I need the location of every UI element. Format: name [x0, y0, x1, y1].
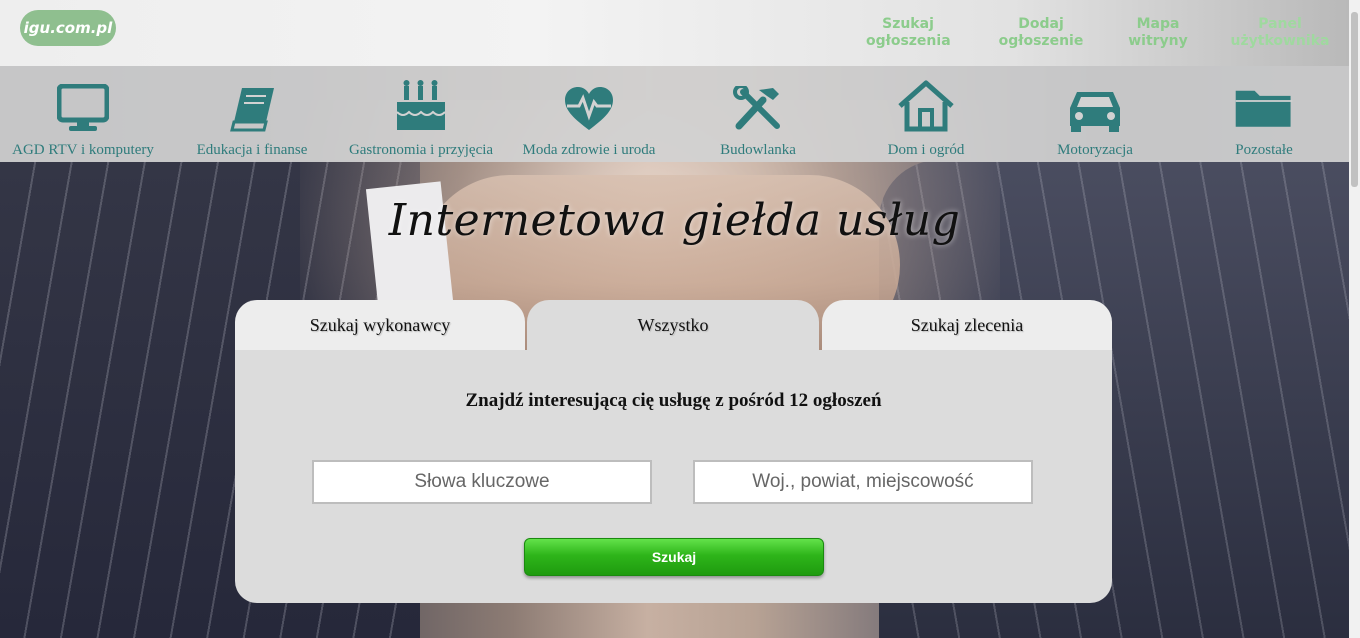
category-label: Pozostałe	[1235, 142, 1293, 158]
category-education[interactable]: Edukacja i finanse	[182, 66, 322, 162]
tools-icon	[728, 74, 788, 132]
search-headline: Znajdź interesującą cię usługę z pośród …	[465, 390, 882, 411]
site-logo[interactable]: igu.com.pl	[20, 10, 116, 46]
scrollbar[interactable]	[1349, 0, 1360, 638]
category-bar: AGD RTV i komputery Edukacja i finanse G…	[0, 66, 1349, 162]
nav-user-panel[interactable]: Panel użytkownika	[1228, 16, 1332, 50]
heart-pulse-icon	[559, 74, 619, 132]
nav-add-ad[interactable]: Dodaj ogłoszenie	[998, 16, 1084, 50]
category-label: Dom i ogród	[887, 142, 965, 158]
nav-sitemap[interactable]: Mapa witryny	[1124, 16, 1192, 50]
location-input[interactable]	[693, 460, 1033, 504]
category-home-garden[interactable]: Dom i ogród	[876, 66, 976, 162]
scrollbar-thumb[interactable]	[1351, 12, 1358, 187]
monitor-icon	[53, 74, 113, 132]
car-icon	[1065, 74, 1125, 132]
search-button[interactable]: Szukaj	[524, 538, 824, 576]
category-label: Motoryzacja	[1057, 142, 1133, 158]
category-agd-rtv[interactable]: AGD RTV i komputery	[4, 66, 162, 162]
tab-find-contractor[interactable]: Szukaj wykonawcy	[235, 300, 525, 350]
category-label: Edukacja i finanse	[196, 142, 308, 158]
search-panel: Szukaj wykonawcy Wszystko Szukaj zleceni…	[235, 300, 1112, 603]
category-label: Budowlanka	[720, 142, 796, 158]
cake-icon	[391, 74, 451, 132]
tab-all[interactable]: Wszystko	[527, 300, 819, 350]
nav-search-ads[interactable]: Szukaj ogłoszenia	[866, 16, 951, 50]
category-construction[interactable]: Budowlanka	[704, 66, 812, 162]
house-icon	[896, 74, 956, 132]
top-bar: igu.com.pl Szukaj ogłoszenia Dodaj ogłos…	[0, 0, 1349, 66]
book-icon	[222, 74, 282, 132]
hero-title: Internetowa giełda usług	[388, 195, 961, 246]
category-label: Gastronomia i przyjęcia	[348, 142, 494, 158]
tab-find-order[interactable]: Szukaj zlecenia	[822, 300, 1112, 350]
category-other[interactable]: Pozostałe	[1222, 66, 1306, 162]
category-fashion-health[interactable]: Moda zdrowie i uroda	[514, 66, 664, 162]
keywords-input[interactable]	[312, 460, 652, 504]
category-gastronomy[interactable]: Gastronomia i przyjęcia	[340, 66, 502, 162]
folder-icon	[1234, 74, 1294, 132]
category-label: Moda zdrowie i uroda	[522, 142, 656, 158]
category-automotive[interactable]: Motoryzacja	[1044, 66, 1146, 162]
category-label: AGD RTV i komputery	[12, 142, 154, 158]
